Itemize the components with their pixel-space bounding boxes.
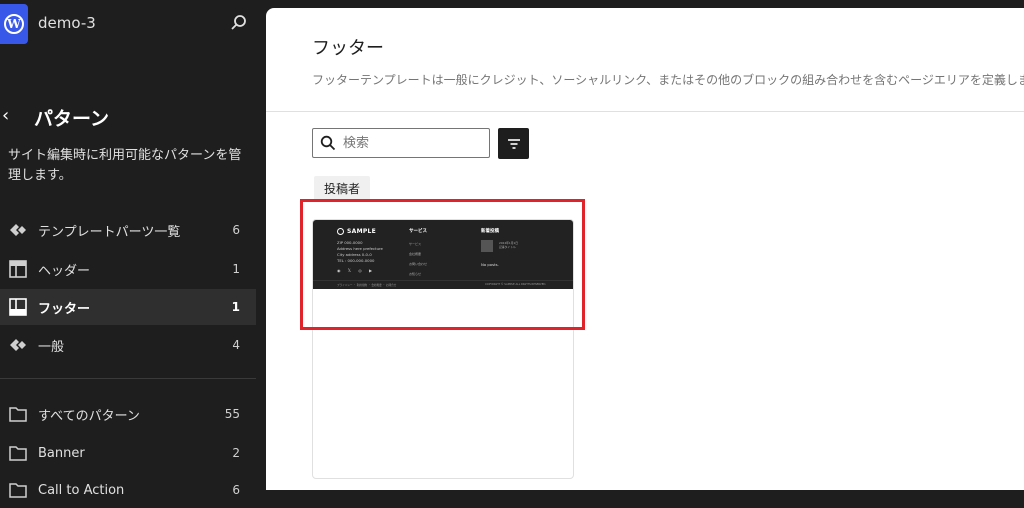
sidebar-item-count: 6: [232, 483, 240, 497]
search-input[interactable]: [343, 132, 483, 154]
sidebar-item-label: ヘッダー: [38, 263, 91, 279]
sidebar-item-banner[interactable]: Banner 2: [0, 435, 256, 471]
preview-address: ZIP 000-0000 Address here prefecture Cit…: [337, 240, 383, 263]
search-icon: [320, 135, 336, 151]
preview-services-title: サービス: [409, 229, 427, 234]
sidebar-item-template-parts[interactable]: テンプレートパーツ一覧 6: [0, 212, 256, 248]
filter-button[interactable]: [498, 128, 529, 159]
sidebar-item-call-to-action[interactable]: Call to Action 6: [0, 472, 256, 508]
site-name[interactable]: demo-3: [38, 14, 96, 32]
header-layout-icon: [9, 260, 27, 278]
header-divider: [266, 111, 1024, 112]
preview-post-text: 2024年1月1日 記事タイトル: [499, 241, 519, 249]
sidebar-item-count: 1: [231, 300, 240, 314]
sidebar-item-label: Call to Action: [38, 482, 125, 498]
author-filter-chip[interactable]: 投稿者: [314, 176, 371, 202]
sidebar-item-label: テンプレートパーツ一覧: [38, 224, 181, 240]
preview-posts-title: 新着投稿: [481, 229, 499, 234]
preview-service-links: サービス 会社概要 お問い合わせ お知らせ: [409, 242, 428, 276]
sidebar-description: サイト編集時に利用可能なパターンを管理します。: [8, 148, 242, 183]
sidebar-item-count: 4: [232, 338, 240, 352]
footer-layout-icon: [9, 298, 27, 316]
sidebar-item-label: Banner: [38, 445, 85, 461]
preview-no-posts: No posts.: [481, 262, 499, 267]
page-description: フッターテンプレートは一般にクレジット、ソーシャルリンク、またはその他のブロック…: [312, 73, 1024, 87]
sidebar-item-count: 6: [232, 223, 240, 237]
folder-icon: [9, 446, 27, 461]
folder-icon: [9, 407, 27, 422]
sidebar-item-general[interactable]: 一般 4: [0, 327, 256, 363]
sidebar-item-label: フッター: [38, 301, 91, 317]
page-title: フッター: [312, 38, 384, 59]
footer-pattern-preview: SAMPLE ZIP 000-0000 Address here prefect…: [313, 220, 573, 289]
wordpress-logo-icon[interactable]: W: [0, 4, 28, 44]
sidebar-divider: [0, 378, 256, 379]
diamond-icon: [10, 339, 26, 351]
filter-icon: [507, 138, 520, 149]
pattern-card[interactable]: SAMPLE ZIP 000-0000 Address here prefect…: [312, 219, 574, 479]
sidebar-item-count: 2: [232, 446, 240, 460]
sidebar: W demo-3 ‹ パターン サイト編集時に利用可能なパターンを管理します。 …: [0, 0, 266, 498]
diamond-icon: [10, 224, 26, 236]
back-chevron-icon[interactable]: ‹: [2, 106, 18, 126]
preview-social-icons: ◉ 𝕏 ◎ ▶: [337, 268, 376, 273]
sidebar-item-count: 55: [224, 407, 240, 421]
preview-logo: SAMPLE: [337, 228, 376, 235]
folder-icon: [9, 483, 27, 498]
sidebar-item-label: すべてのパターン: [38, 408, 140, 424]
main-panel: フッター フッターテンプレートは一般にクレジット、ソーシャルリンク、またはその他…: [266, 8, 1024, 490]
sidebar-item-label: 一般: [38, 339, 65, 355]
sidebar-title: パターン: [34, 108, 110, 130]
sidebar-item-footer[interactable]: フッター 1: [0, 289, 256, 325]
preview-copyright: COPYRIGHT © SAMPLE ALL RIGHTS RESERVED.: [485, 283, 547, 286]
sidebar-item-all-patterns[interactable]: すべてのパターン 55: [0, 396, 256, 432]
preview-post-thumbnail: [481, 240, 493, 252]
preview-bottom-links: プライバシー ・ 利用規約 ・ 会社概要 ・ お問合せ: [337, 284, 397, 287]
sidebar-item-header[interactable]: ヘッダー 1: [0, 251, 256, 287]
sidebar-item-count: 1: [232, 262, 240, 276]
search-field[interactable]: [312, 128, 490, 158]
search-icon[interactable]: [230, 14, 248, 32]
